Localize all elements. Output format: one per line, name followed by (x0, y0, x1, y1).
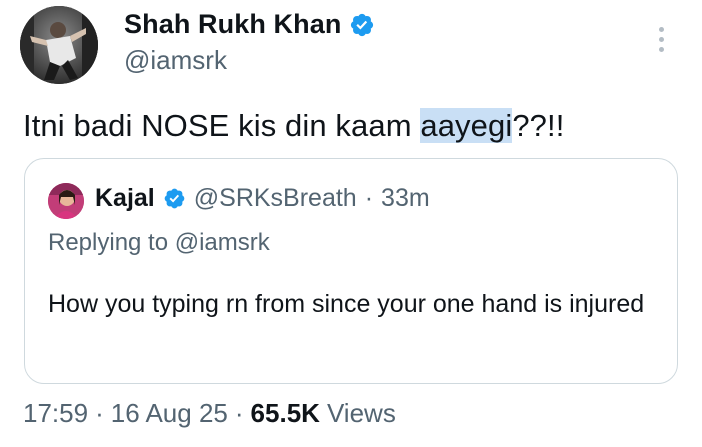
quoted-author-handle[interactable]: @SRKsBreath (194, 184, 357, 213)
views-count: 65.5K (250, 398, 320, 428)
more-options-icon[interactable] (650, 22, 672, 56)
tweet-text: Itni badi NOSE kis din kaam aayegi??!! (23, 108, 564, 144)
meta-separator: · (234, 398, 244, 428)
quoted-author-name[interactable]: Kajal (95, 184, 155, 213)
tweet-meta: 17:59 · 16 Aug 25 · 65.5K Views (23, 398, 396, 429)
replying-to-label: Replying to @iamsrk (48, 229, 270, 256)
tweet-date[interactable]: 16 Aug 25 (111, 398, 228, 429)
tweet-text-highlighted: aayegi (420, 108, 513, 143)
quoted-tweet-text: How you typing rn from since your one ha… (48, 290, 645, 318)
quoted-author-row: Kajal @SRKsBreath · 33m (95, 184, 430, 213)
author-name-row: Shah Rukh Khan (124, 9, 375, 40)
quoted-verified-badge-icon (164, 188, 185, 209)
tweet-time[interactable]: 17:59 (23, 398, 88, 429)
author-display-name[interactable]: Shah Rukh Khan (124, 9, 341, 40)
author-handle[interactable]: @iamsrk (124, 45, 227, 76)
author-avatar[interactable] (20, 6, 98, 84)
tweet-text-part: Itni badi NOSE kis din kaam (23, 108, 421, 143)
meta-separator: · (95, 398, 104, 428)
author-photo (20, 6, 98, 84)
quoted-tweet-card[interactable]: Kajal @SRKsBreath · 33m Replying to @iam… (24, 158, 678, 384)
quoted-separator: · (364, 184, 374, 212)
quoted-author-avatar[interactable] (48, 183, 84, 219)
verified-badge-icon[interactable] (349, 12, 375, 38)
quoted-timestamp[interactable]: 33m (381, 184, 430, 213)
views-label: Views (326, 398, 396, 428)
quoted-author-photo (48, 183, 84, 219)
tweet-text-part: ??!! (512, 108, 565, 143)
